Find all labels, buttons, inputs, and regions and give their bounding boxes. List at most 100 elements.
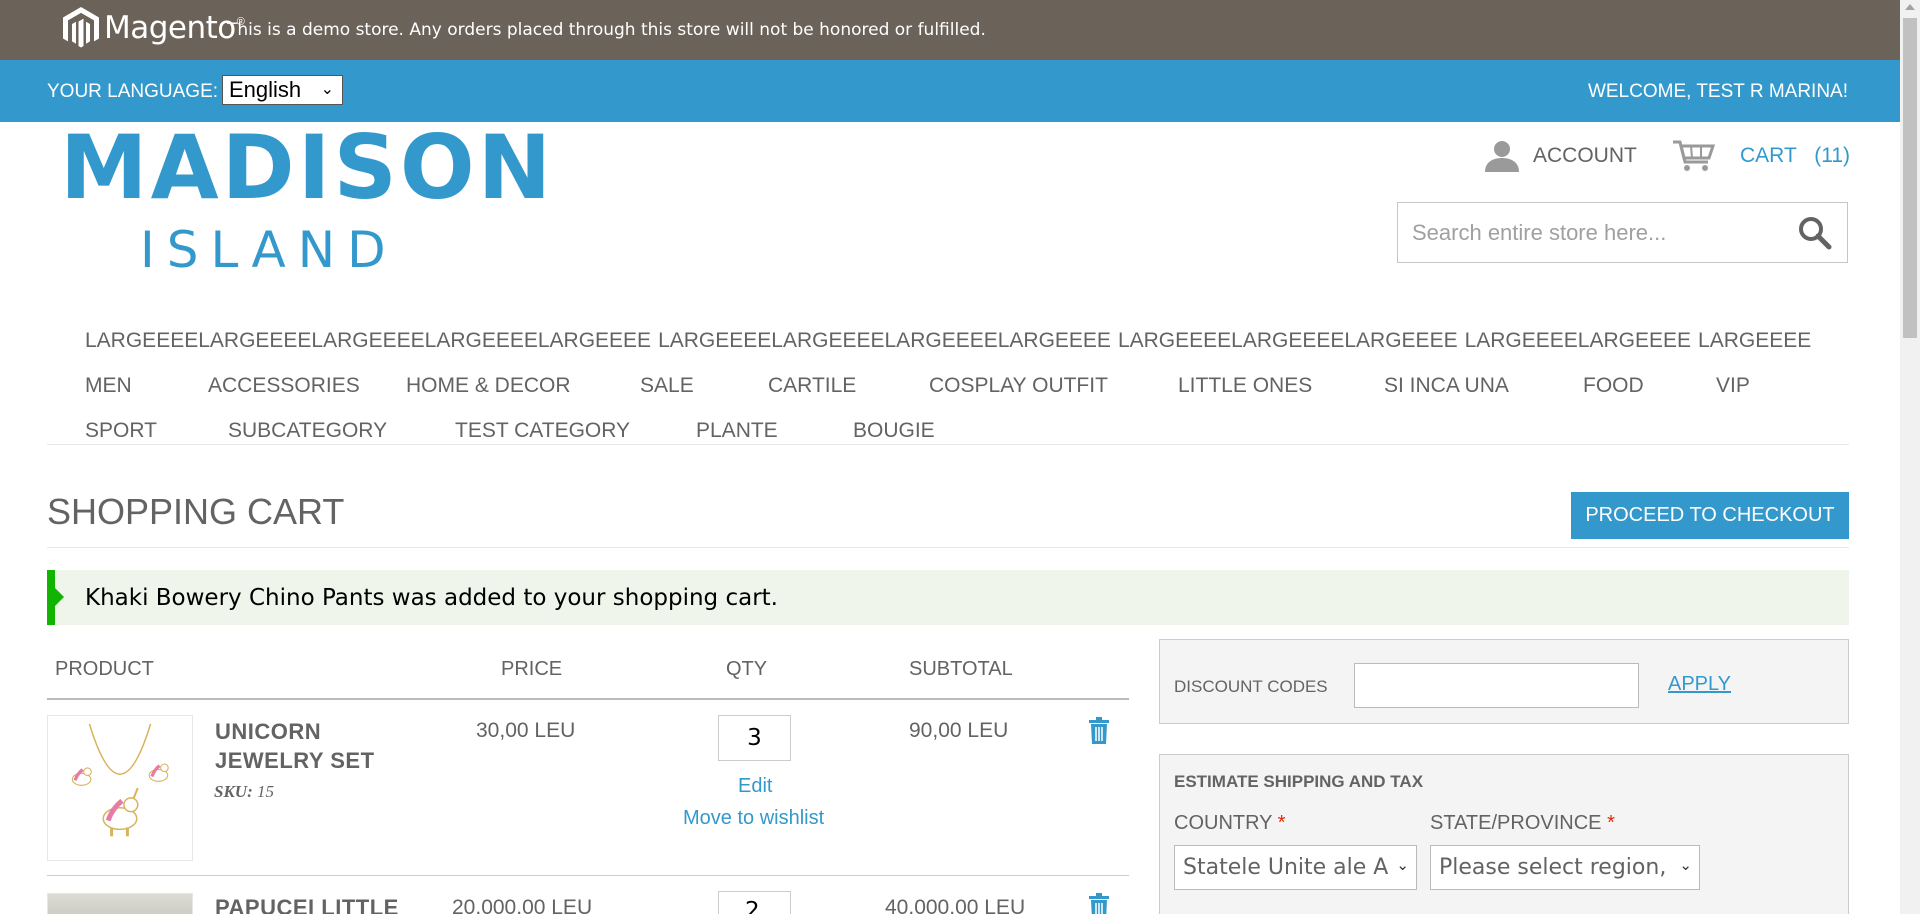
product-name-line: UNICORN	[215, 719, 322, 744]
magento-wordmark: Magento	[104, 10, 236, 46]
logo-line-madison: MADISON	[60, 116, 555, 219]
state-select[interactable]: Please select region, state or province …	[1430, 845, 1700, 890]
table-header-divider	[47, 698, 1129, 700]
item-price: 20.000,00 LEU	[452, 896, 593, 914]
search-icon[interactable]	[1797, 215, 1833, 251]
discount-codes-panel: DISCOUNT CODES APPLY	[1159, 639, 1849, 724]
success-message-text: Khaki Bowery Chino Pants was added to yo…	[85, 585, 778, 611]
nav-item-food[interactable]: FOOD	[1583, 374, 1716, 398]
nav-item[interactable]: LARGEEEELARGEEEELARGEEEELARGEEEELARGEEEE	[85, 329, 651, 353]
nav-row-1: LARGEEEELARGEEEELARGEEEELARGEEEELARGEEEE…	[85, 318, 1850, 363]
chevron-down-icon: ⌄	[1679, 856, 1692, 874]
demo-notice-bar: Magento ® This is a demo store. Any orde…	[0, 0, 1900, 60]
product-image[interactable]	[47, 893, 193, 914]
cart-link[interactable]: CART (11)	[1672, 138, 1850, 174]
column-header-subtotal: SUBTOTAL	[909, 658, 1013, 680]
nav-item[interactable]: LARGEEEELARGEEEELARGEEEE	[1118, 329, 1458, 353]
trash-icon[interactable]	[1088, 893, 1110, 914]
sku-label: SKU:	[214, 782, 253, 801]
chevron-down-icon: ⌄	[1396, 856, 1409, 874]
discount-codes-label: DISCOUNT CODES	[1174, 677, 1328, 696]
nav-item-vip[interactable]: VIP	[1716, 374, 1750, 398]
country-label: COUNTRY *	[1174, 812, 1286, 834]
nav-item[interactable]: LARGEEEELARGEEEELARGEEEELARGEEEE	[658, 329, 1111, 353]
search-box	[1397, 202, 1848, 263]
chevron-down-icon: ⌄	[320, 81, 334, 98]
sku-value: 15	[256, 782, 274, 801]
product-name-line: JEWELRY SET	[215, 748, 375, 773]
required-mark: *	[1277, 812, 1286, 834]
discount-code-input[interactable]	[1354, 663, 1639, 708]
nav-item-men[interactable]: MEN	[85, 374, 208, 398]
cart-count: (11)	[1814, 144, 1851, 167]
column-header-price: PRICE	[501, 658, 563, 680]
nav-item-test-category[interactable]: TEST CATEGORY	[455, 419, 696, 443]
product-image[interactable]	[47, 715, 193, 861]
nav-item[interactable]: LARGEEEELARGEEEE	[1465, 329, 1691, 353]
account-link[interactable]: ACCOUNT	[1483, 138, 1637, 174]
nav-item-plante[interactable]: PLANTE	[696, 419, 853, 443]
cart-icon	[1673, 140, 1716, 171]
state-label: STATE/PROVINCE *	[1430, 812, 1615, 834]
proceed-to-checkout-button[interactable]: PROCEED TO CHECKOUT	[1571, 492, 1849, 539]
language-select-value: English	[229, 77, 302, 102]
magento-logo: Magento ®	[61, 5, 245, 51]
nav-item-cosplay-outfit[interactable]: COSPLAY OUTFIT	[929, 374, 1178, 398]
language-select[interactable]: English ⌄	[222, 75, 343, 105]
page-scrollbar[interactable]	[1900, 0, 1920, 914]
nav-item-si-inca-una[interactable]: SI INCA UNA	[1384, 374, 1583, 398]
magento-icon	[63, 7, 99, 48]
demo-notice-text: This is a demo store. Any orders placed …	[227, 20, 986, 40]
item-subtotal: 40.000,00 LEU	[885, 896, 1026, 914]
welcome-message: WELCOME, TEST R MARINA!	[1587, 81, 1848, 102]
column-header-qty: QTY	[726, 658, 768, 680]
edit-link[interactable]: Edit	[738, 775, 772, 798]
nav-item-sale[interactable]: SALE	[640, 374, 768, 398]
search-input[interactable]	[1398, 203, 1778, 262]
language-label: YOUR LANGUAGE:	[47, 81, 219, 102]
estimate-shipping-title: ESTIMATE SHIPPING AND TAX	[1174, 772, 1424, 791]
country-select[interactable]: Statele Unite ale Americii ⌄	[1174, 845, 1417, 890]
nav-item-accessories[interactable]: ACCESSORIES	[208, 374, 406, 398]
product-name-link[interactable]: PAPUCEI LITTLE	[215, 893, 405, 914]
required-mark: *	[1607, 812, 1615, 834]
quantity-input[interactable]: 3	[718, 715, 791, 761]
user-icon	[1485, 141, 1519, 172]
nav-item-home-decor[interactable]: HOME & DECOR	[406, 374, 640, 398]
table-row-divider	[47, 875, 1129, 876]
nav-row-3: SPORT SUBCATEGORY TEST CATEGORY PLANTE B…	[85, 408, 1850, 453]
title-divider	[47, 547, 1849, 548]
quantity-input[interactable]: 2	[718, 891, 791, 914]
main-navigation: LARGEEEELARGEEEELARGEEEELARGEEEELARGEEEE…	[85, 318, 1850, 453]
success-message: Khaki Bowery Chino Pants was added to yo…	[47, 570, 1849, 625]
nav-divider	[47, 444, 1849, 445]
nav-row-2: MEN ACCESSORIES HOME & DECOR SALE CARTIL…	[85, 363, 1850, 408]
nav-item[interactable]: LARGEEEE	[1698, 329, 1811, 353]
scrollbar-thumb[interactable]	[1903, 18, 1917, 338]
success-marker-icon	[55, 588, 64, 606]
column-header-product: PRODUCT	[55, 658, 154, 680]
logo-line-island: ISLAND	[140, 221, 398, 279]
state-select-value: Please select region, state or province	[1439, 855, 1671, 880]
language-bar: YOUR LANGUAGE: English ⌄ WELCOME, TEST R…	[0, 60, 1900, 122]
nav-item-sport[interactable]: SPORT	[85, 419, 228, 443]
product-name-line: PAPUCEI LITTLE	[215, 895, 399, 914]
estimate-shipping-panel: ESTIMATE SHIPPING AND TAX COUNTRY * STAT…	[1159, 754, 1849, 914]
move-to-wishlist-link[interactable]: Move to wishlist	[683, 807, 824, 830]
nav-item-cartile[interactable]: CARTILE	[768, 374, 929, 398]
scroll-up-arrow-icon[interactable]	[1905, 4, 1915, 10]
nav-item-little-ones[interactable]: LITTLE ONES	[1178, 374, 1384, 398]
item-subtotal: 90,00 LEU	[909, 719, 1009, 742]
product-name-link[interactable]: UNICORN JEWELRY SET	[215, 717, 405, 775]
trash-icon[interactable]	[1088, 717, 1110, 744]
nav-item-bougie[interactable]: BOUGIE	[853, 419, 935, 443]
item-price: 30,00 LEU	[476, 719, 576, 742]
product-sku: SKU: 15	[214, 782, 274, 802]
unicorn-jewelry-image	[71, 723, 169, 837]
nav-item-subcategory[interactable]: SUBCATEGORY	[228, 419, 455, 443]
apply-discount-button[interactable]: APPLY	[1668, 673, 1731, 696]
cart-label: CART (11)	[1740, 144, 1851, 167]
country-select-value: Statele Unite ale Americii	[1183, 855, 1388, 880]
page-title: SHOPPING CART	[47, 491, 345, 532]
account-label: ACCOUNT	[1533, 144, 1637, 167]
